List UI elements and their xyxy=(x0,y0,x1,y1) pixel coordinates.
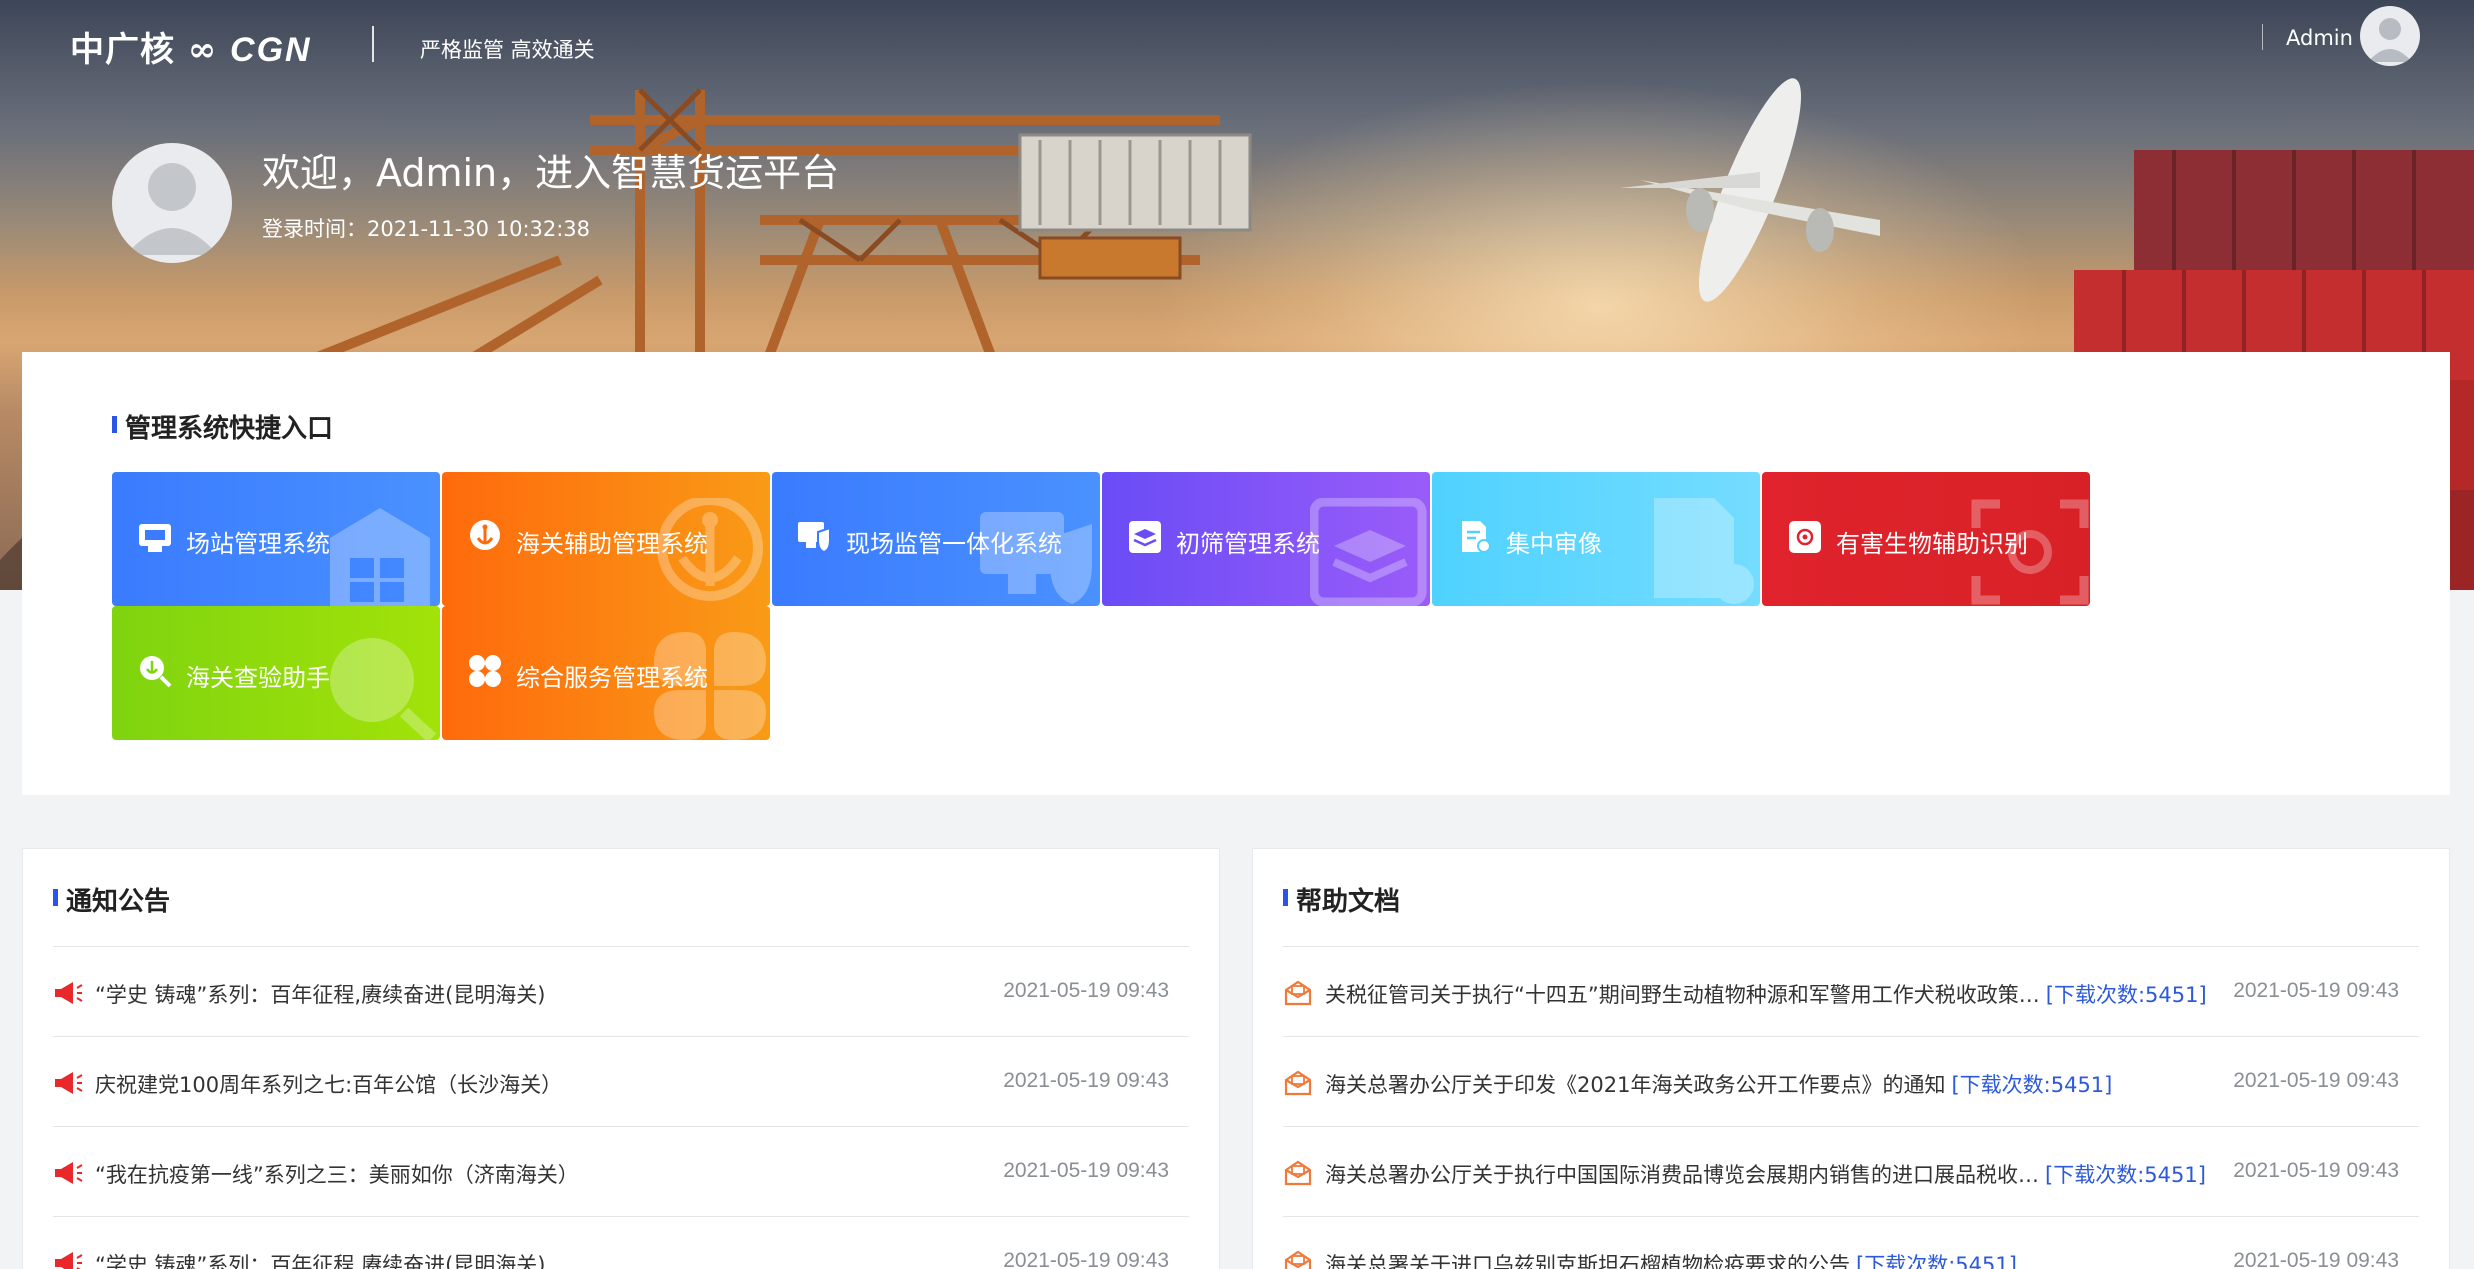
help-doc-title[interactable]: 关税征管司关于执行“十四五”期间野生动植物种源和军警用工作犬税收政策… xyxy=(1325,983,2040,1007)
help-doc-date: 2021-05-19 09:43 xyxy=(2233,1159,2399,1182)
help-doc-title-row: 海关总署办公厅关于执行中国国际消费品博览会展期内销售的进口展品税收… [下载次数:… xyxy=(1325,1159,2206,1189)
tile-initial-screening[interactable]: 初筛管理系统 xyxy=(1102,472,1430,606)
user-avatar-icon xyxy=(126,163,218,255)
notice-list: “学史 铸魂”系列：百年征程,赓续奋进(昆明海关) 2021-05-19 09:… xyxy=(53,947,1189,1269)
notice-item-title[interactable]: “学史 铸魂”系列：百年征程,赓续奋进(昆明海关) xyxy=(95,979,546,1009)
document-download-icon xyxy=(1284,1160,1312,1186)
notice-panel: 通知公告 “学史 铸魂”系列：百年征程,赓续奋进(昆明海关) 2021-05-1… xyxy=(22,848,1220,1269)
welcome-avatar xyxy=(112,143,232,263)
user-avatar[interactable] xyxy=(2360,6,2420,66)
user-name[interactable]: Admin xyxy=(2286,26,2353,50)
notice-item-date: 2021-05-19 09:43 xyxy=(1003,1159,1169,1182)
search-anchor-icon xyxy=(140,656,172,688)
monitor-shield-icon xyxy=(980,512,1092,604)
slogan: 严格监管 高效通关 xyxy=(420,38,595,62)
tile-customs-inspection-assistant[interactable]: 海关查验助手 xyxy=(112,606,440,740)
megaphone-icon xyxy=(55,1072,83,1094)
anchor-icon xyxy=(470,520,500,550)
search-anchor-icon xyxy=(330,638,437,740)
top-bar: 中广核 ∞ CGN 严格监管 高效通关 Admin xyxy=(0,0,2474,90)
tile-label: 初筛管理系统 xyxy=(1176,530,1320,558)
help-doc-title[interactable]: 海关总署办公厅关于执行中国国际消费品博览会展期内销售的进口展品税收… xyxy=(1325,1163,2039,1187)
clover-icon xyxy=(654,632,766,740)
monitor-shield-icon xyxy=(798,522,831,554)
megaphone-icon xyxy=(55,1162,83,1184)
notice-item[interactable]: “学史 铸魂”系列：百年征程,赓续奋进(昆明海关) 2021-05-19 09:… xyxy=(53,947,1189,1037)
help-doc-item[interactable]: 海关总署办公厅关于执行中国国际消费品博览会展期内销售的进口展品税收… [下载次数:… xyxy=(1283,1127,2419,1217)
document-download-icon xyxy=(1284,1250,1312,1269)
notice-item[interactable]: “我在抗疫第一线”系列之三：美丽如你（济南海关） 2021-05-19 09:4… xyxy=(53,1127,1189,1217)
layers-icon xyxy=(1310,498,1427,606)
help-doc-date: 2021-05-19 09:43 xyxy=(2233,979,2399,1002)
welcome-title: 欢迎，Admin，进入智慧货运平台 xyxy=(262,151,840,195)
tile-customs-assist-management[interactable]: 海关辅助管理系统 xyxy=(442,472,770,606)
help-docs-title: 帮助文档 xyxy=(1283,881,1400,918)
logo-swirl-icon: ∞ xyxy=(187,30,218,70)
logo-text: 中广核 xyxy=(70,30,175,70)
tile-pest-recognition[interactable]: 有害生物辅助识别 xyxy=(1762,472,2090,606)
document-download-icon xyxy=(1284,1070,1312,1096)
download-count[interactable]: [下载次数:5451] xyxy=(2045,1163,2206,1187)
notice-item-date: 2021-05-19 09:43 xyxy=(1003,1069,1169,1092)
document-user-icon xyxy=(1462,521,1491,553)
document-user-icon xyxy=(1654,498,1754,604)
station-icon xyxy=(139,524,171,552)
help-docs-list: 关税征管司关于执行“十四五”期间野生动植物种源和军警用工作犬税收政策… [下载次数… xyxy=(1283,947,2419,1269)
scan-bug-icon xyxy=(1789,521,1821,553)
help-doc-date: 2021-05-19 09:43 xyxy=(2233,1069,2399,1092)
notice-item[interactable]: 庆祝建党100周年系列之七:百年公馆（长沙海关） 2021-05-19 09:4… xyxy=(53,1037,1189,1127)
tile-station-management[interactable]: 场站管理系统 xyxy=(112,472,440,606)
download-count[interactable]: [下载次数:5451] xyxy=(1951,1073,2112,1097)
help-doc-item[interactable]: 关税征管司关于执行“十四五”期间野生动植物种源和军警用工作犬税收政策… [下载次数… xyxy=(1283,947,2419,1037)
download-count[interactable]: [下载次数:5451] xyxy=(1856,1253,2017,1269)
logo-divider xyxy=(372,26,374,62)
user-avatar-icon xyxy=(2368,18,2412,62)
notice-item-title[interactable]: 庆祝建党100周年系列之七:百年公馆（长沙海关） xyxy=(95,1069,562,1099)
tile-label: 海关查验助手 xyxy=(186,664,330,692)
help-doc-date: 2021-05-19 09:43 xyxy=(2233,1249,2399,1269)
tile-centralized-image-review[interactable]: 集中审像 xyxy=(1432,472,1760,606)
airplane-illustration xyxy=(1620,78,1880,302)
logo-brand: CGN xyxy=(230,31,312,69)
help-doc-title-row: 关税征管司关于执行“十四五”期间野生动植物种源和军警用工作犬税收政策… [下载次数… xyxy=(1325,979,2207,1009)
notice-item-date: 2021-05-19 09:43 xyxy=(1003,979,1169,1002)
megaphone-icon xyxy=(55,982,83,1004)
login-time: 登录时间：2021-11-30 10:32:38 xyxy=(262,217,591,241)
help-docs-panel: 帮助文档 关税征管司关于执行“十四五”期间野生动植物种源和军警用工作犬税收政策…… xyxy=(1252,848,2450,1269)
anchor-icon xyxy=(657,498,763,601)
help-doc-title[interactable]: 海关总署办公厅关于印发《2021年海关政务公开工作要点》的通知 xyxy=(1325,1073,1945,1097)
help-doc-title-row: 海关总署办公厅关于印发《2021年海关政务公开工作要点》的通知 [下载次数:545… xyxy=(1325,1069,2112,1099)
tile-label: 场站管理系统 xyxy=(186,530,330,558)
help-doc-title-row: 海关总署关于进口乌兹别克斯坦石榴植物检疫要求的公告 [下载次数:5451] xyxy=(1325,1249,2017,1269)
brand-logo[interactable]: 中广核 ∞ CGN xyxy=(70,22,312,71)
clover-icon xyxy=(469,655,501,687)
layers-icon xyxy=(1129,521,1161,553)
document-download-icon xyxy=(1284,980,1312,1006)
quick-entry-title: 管理系统快捷入口 xyxy=(112,408,333,445)
notice-title: 通知公告 xyxy=(53,881,170,918)
user-divider xyxy=(2262,24,2263,50)
megaphone-icon xyxy=(55,1252,83,1269)
help-doc-item[interactable]: 海关总署关于进口乌兹别克斯坦石榴植物检疫要求的公告 [下载次数:5451] 202… xyxy=(1283,1217,2419,1269)
tile-label: 集中审像 xyxy=(1506,530,1602,558)
tile-onsite-supervision[interactable]: 现场监管一体化系统 xyxy=(772,472,1100,606)
quick-entry-panel: 管理系统快捷入口 场站管理系统 海关辅助管理系统 现场监管一体化系统 初筛管理系… xyxy=(22,352,2450,795)
notice-item-title[interactable]: “我在抗疫第一线”系列之三：美丽如你（济南海关） xyxy=(95,1159,579,1189)
help-doc-title[interactable]: 海关总署关于进口乌兹别克斯坦石榴植物检疫要求的公告 xyxy=(1325,1253,1850,1269)
warehouse-icon xyxy=(330,508,430,606)
tile-integrated-service-management[interactable]: 综合服务管理系统 xyxy=(442,606,770,740)
help-doc-item[interactable]: 海关总署办公厅关于印发《2021年海关政务公开工作要点》的通知 [下载次数:545… xyxy=(1283,1037,2419,1127)
download-count[interactable]: [下载次数:5451] xyxy=(2046,983,2207,1007)
notice-item-title[interactable]: “学史 铸魂”系列：百年征程,赓续奋进(昆明海关) xyxy=(95,1249,546,1269)
notice-item-date: 2021-05-19 09:43 xyxy=(1003,1249,1169,1269)
scan-bug-icon xyxy=(1971,499,2089,605)
notice-item[interactable]: “学史 铸魂”系列：百年征程,赓续奋进(昆明海关) 2021-05-19 09:… xyxy=(53,1217,1189,1269)
